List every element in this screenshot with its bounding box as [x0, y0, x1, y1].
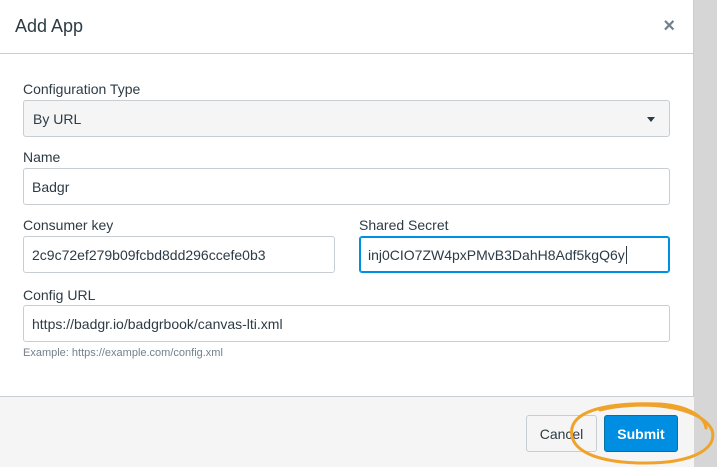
submit-button[interactable]: Submit: [604, 415, 678, 452]
consumer-key-input[interactable]: 2c9c72ef279b09fcbd8dd296ccefe0b3: [23, 236, 335, 273]
name-input[interactable]: Badgr: [23, 168, 670, 205]
configuration-type-value: By URL: [33, 110, 82, 127]
cancel-button[interactable]: Cancel: [526, 415, 597, 452]
config-url-help-text: Example: https://example.com/config.xml: [23, 347, 223, 359]
dialog-header: Add App ×: [0, 0, 693, 54]
config-url-input[interactable]: https://badgr.io/badgrbook/canvas-lti.xm…: [23, 305, 670, 342]
shared-secret-value: inj0CIO7ZW4pxPMvB3DahH8Adf5kgQ6y: [368, 246, 625, 263]
configuration-type-select[interactable]: By URL: [23, 100, 670, 137]
shared-secret-label: Shared Secret: [359, 217, 449, 233]
text-cursor: [625, 245, 627, 264]
close-icon[interactable]: ×: [663, 14, 675, 38]
shared-secret-input[interactable]: inj0CIO7ZW4pxPMvB3DahH8Adf5kgQ6y: [359, 236, 670, 273]
consumer-key-label: Consumer key: [23, 217, 114, 233]
dialog-title: Add App: [15, 16, 84, 36]
chevron-down-icon: [647, 117, 655, 122]
dialog-footer: Cancel Submit: [0, 396, 694, 467]
config-url-label: Config URL: [23, 287, 96, 303]
add-app-dialog: Add App × Configuration Type By URL Name…: [0, 0, 694, 467]
configuration-type-label: Configuration Type: [23, 81, 141, 97]
name-label: Name: [23, 149, 61, 165]
